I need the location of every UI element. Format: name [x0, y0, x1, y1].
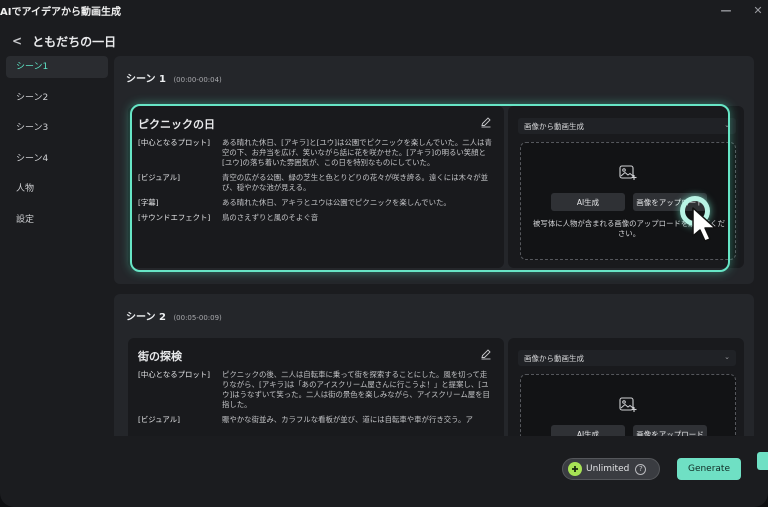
ai-generate-button[interactable]: AI生成	[551, 193, 625, 211]
field-value: ピクニックの後、二人は自転車に乗って街を探索することにした。風を切って走りながら…	[222, 370, 490, 409]
field-sound-effect: [サウンドエフェクト] 鳥のさえずりと風のそよぐ音	[138, 213, 494, 223]
field-value: 賑やかな街並み、カラフルな看板が並び、道には自転車や車が行き交う。ア	[222, 415, 473, 424]
sidebar-item-scene-1[interactable]: シーン1	[6, 56, 108, 78]
scene-panel-2: シーン 2 (00:05-00:09) 街の探検 [中心となるプロット] ピクニ…	[114, 294, 754, 436]
sidebar-item-settings[interactable]: 設定	[6, 209, 108, 231]
field-plot: [中心となるプロット] ピクニックの後、二人は自転車に乗って街を探索することにし…	[138, 370, 494, 410]
question-icon[interactable]: ?	[635, 463, 647, 475]
scene-heading: シーン 2 (00:05-00:09)	[126, 308, 222, 323]
ai-generate-button[interactable]: AI生成	[551, 425, 625, 436]
app-window: AIでアイデアから動画生成 — ✕ < ともだちの一日 シーン1 シーン2 シー…	[0, 0, 768, 507]
scene-time: (00:05-00:09)	[173, 314, 222, 322]
field-value: 青空の広がる公園、緑の芝生と色とりどりの花々が咲き誇る。遠くには木々が並び、穏や…	[222, 173, 489, 192]
field-label: [字幕]	[138, 198, 159, 207]
sidebar-item-scene-4[interactable]: シーン4	[6, 148, 108, 170]
scene-detail-card[interactable]: ピクニックの日 [中心となるプロット] ある晴れた休日、[アキラ]と[ユウ]は公…	[128, 106, 504, 268]
add-image-icon	[619, 397, 637, 412]
chevron-down-icon: ⌄	[724, 121, 730, 129]
edit-icon[interactable]	[480, 116, 492, 128]
scene-detail-card[interactable]: 街の探検 [中心となるプロット] ピクニックの後、二人は自転車に乗って街を探索す…	[128, 338, 504, 436]
scene-panel-1: シーン 1 (00:00-00:04) ピクニックの日 [中心となるプロット] …	[114, 56, 754, 284]
image-drop-zone[interactable]: AI生成 画像をアップロード	[520, 374, 736, 436]
edit-icon[interactable]	[480, 348, 492, 360]
title-bar: AIでアイデアから動画生成 — ✕	[0, 0, 768, 20]
field-plot: [中心となるプロット] ある晴れた休日、[アキラ]と[ユウ]は公園でピクニックを…	[138, 138, 494, 168]
sidebar-item-scene-3[interactable]: シーン3	[6, 117, 108, 139]
scene-fields: [中心となるプロット] ある晴れた休日、[アキラ]と[ユウ]は公園でピクニックを…	[138, 138, 494, 228]
generation-mode-select[interactable]: 画像から動画生成 ⌄	[518, 350, 736, 366]
mouse-pointer-icon	[692, 207, 716, 242]
window-title: AIでアイデアから動画生成	[0, 6, 121, 18]
scene-time: (00:00-00:04)	[173, 76, 222, 84]
field-visual: [ビジュアル] 賑やかな街並み、カラフルな看板が並び、道には自転車や車が行き交う…	[138, 415, 494, 425]
scene-title: ピクニックの日	[138, 118, 215, 131]
scene-heading: シーン 1 (00:00-00:04)	[126, 70, 222, 85]
field-label: [中心となるプロット]	[138, 138, 211, 147]
field-label: [中心となるプロット]	[138, 370, 211, 379]
scene-title: 街の探検	[138, 350, 182, 363]
scene-list: シーン 1 (00:00-00:04) ピクニックの日 [中心となるプロット] …	[114, 56, 754, 436]
field-label: [ビジュアル]	[138, 173, 180, 182]
minimize-icon[interactable]: —	[716, 0, 736, 20]
field-value: 鳥のさえずりと風のそよぐ音	[222, 213, 319, 222]
plus-circle-icon	[568, 462, 582, 476]
close-icon[interactable]: ✕	[748, 0, 768, 20]
project-header: < ともだちの一日	[0, 28, 768, 54]
scene-number: シーン 1	[126, 74, 166, 85]
add-image-icon	[619, 165, 637, 180]
generate-button[interactable]: Generate	[677, 458, 741, 480]
field-label: [サウンドエフェクト]	[138, 213, 211, 222]
scene-number: シーン 2	[126, 312, 166, 323]
field-visual: [ビジュアル] 青空の広がる公園、緑の芝生と色とりどりの花々が咲き誇る。遠くには…	[138, 173, 494, 193]
side-panel-handle[interactable]	[757, 452, 768, 470]
project-name: ともだちの一日	[32, 34, 117, 49]
mode-value: 画像から動画生成	[524, 121, 584, 131]
field-value: ある晴れた休日、[アキラ]と[ユウ]は公園でピクニックを楽しんでいた。二人は青空…	[222, 138, 492, 167]
plan-label: Unlimited	[586, 464, 630, 474]
sidebar-item-characters[interactable]: 人物	[6, 178, 108, 200]
upload-image-button[interactable]: 画像をアップロード	[633, 425, 707, 436]
scene-sidebar: シーン1 シーン2 シーン3 シーン4 人物 設定	[6, 56, 108, 239]
field-label: [ビジュアル]	[138, 415, 180, 424]
sidebar-item-scene-2[interactable]: シーン2	[6, 87, 108, 109]
image-input-card: 画像から動画生成 ⌄ AI生成 画像をアップロード	[508, 338, 744, 436]
generation-mode-select[interactable]: 画像から動画生成 ⌄	[518, 118, 736, 134]
chevron-left-icon[interactable]: <	[12, 34, 22, 48]
field-subtitle: [字幕] ある晴れた休日、アキラとユウは公園でピクニックを楽しんでいた。	[138, 198, 494, 208]
plan-badge[interactable]: Unlimited ?	[562, 458, 660, 480]
chevron-down-icon: ⌄	[724, 353, 730, 361]
field-value: ある晴れた休日、アキラとユウは公園でピクニックを楽しんでいた。	[222, 198, 451, 207]
scene-fields: [中心となるプロット] ピクニックの後、二人は自転車に乗って街を探索することにし…	[138, 370, 494, 430]
mode-value: 画像から動画生成	[524, 353, 584, 363]
